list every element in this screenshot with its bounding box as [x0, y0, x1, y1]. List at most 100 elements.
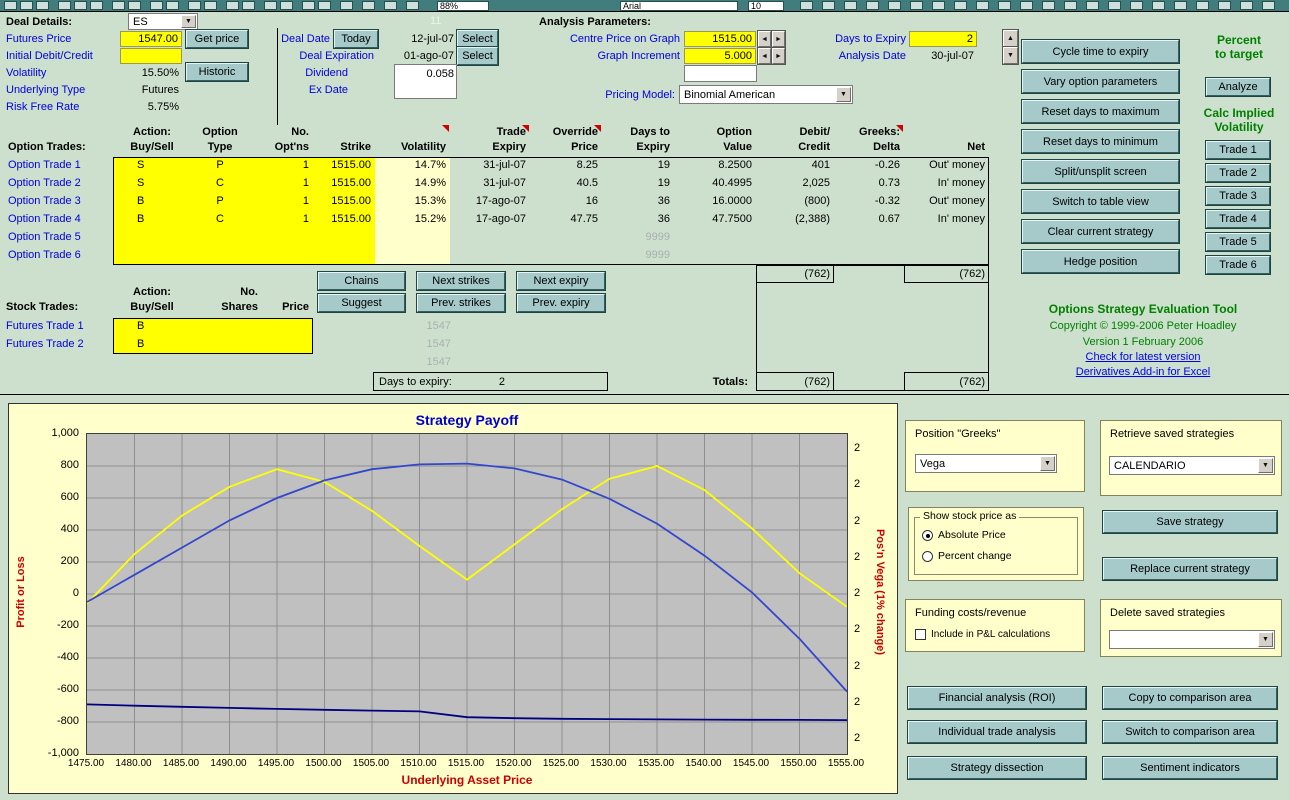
reset-days-to-maximum-button[interactable]: Reset days to maximum — [1022, 100, 1179, 123]
toolbar-icon[interactable] — [1240, 1, 1253, 10]
retrieve-combobox[interactable]: CALENDARIO ▼ — [1109, 456, 1275, 475]
toolbar-icon[interactable] — [998, 1, 1011, 10]
switch-to-table-view-button[interactable]: Switch to table view — [1022, 190, 1179, 213]
chevron-down-icon[interactable]: ▼ — [1258, 458, 1273, 473]
option-trade-action[interactable]: S — [113, 175, 191, 191]
include-pnl-option[interactable]: Include in P&L calculations — [915, 629, 1050, 640]
option-trade-type[interactable]: P — [191, 157, 249, 173]
clear-current-strategy-button[interactable]: Clear current strategy — [1022, 220, 1179, 243]
split-unsplit-screen-button[interactable]: Split/unsplit screen — [1022, 160, 1179, 183]
toolbar-icon[interactable] — [932, 1, 945, 10]
next-strikes-button[interactable]: Next strikes — [417, 272, 505, 290]
historic-button[interactable]: Historic — [186, 63, 248, 81]
zoom-combobox[interactable]: 88% — [437, 1, 489, 11]
percent-change-option[interactable]: Percent change — [922, 550, 1012, 562]
toolbar-icon[interactable] — [204, 1, 217, 10]
toolbar-icon[interactable] — [822, 1, 835, 10]
toolbar-icon[interactable] — [242, 1, 255, 10]
toolbar-icon[interactable] — [1042, 1, 1055, 10]
strategy-dissection-button[interactable]: Strategy dissection — [908, 757, 1086, 779]
days-spin-down-icon[interactable]: ▼ — [1003, 47, 1018, 64]
deal-date-select-button[interactable]: Select — [457, 30, 498, 48]
toolbar-icon[interactable] — [1130, 1, 1143, 10]
toolbar-icon[interactable] — [4, 1, 17, 10]
toolbar-icon[interactable] — [1064, 1, 1077, 10]
prev-expiry-button[interactable]: Prev. expiry — [517, 294, 605, 312]
toolbar-icon[interactable] — [112, 1, 125, 10]
suggest-button[interactable]: Suggest — [318, 294, 405, 312]
radio-unselected-icon[interactable] — [922, 550, 933, 562]
copy-to-comparison-area-button[interactable]: Copy to comparison area — [1103, 687, 1277, 709]
toolbar-icon[interactable] — [910, 1, 923, 10]
option-trade-action[interactable]: S — [113, 157, 191, 173]
next-expiry-button[interactable]: Next expiry — [517, 272, 605, 290]
deal-expiration-select-button[interactable]: Select — [457, 47, 498, 65]
days-to-expiry-input[interactable]: 2 — [909, 31, 977, 47]
initial-debit-credit-value[interactable] — [120, 48, 182, 64]
financial-analysis-roi-button[interactable]: Financial analysis (ROI) — [908, 687, 1086, 709]
toolbar-icon[interactable] — [406, 1, 419, 10]
toolbar-icon[interactable] — [318, 1, 331, 10]
toolbar-icon[interactable] — [1020, 1, 1033, 10]
toolbar-icon[interactable] — [36, 1, 49, 10]
toolbar-icon[interactable] — [226, 1, 239, 10]
trade-3-button[interactable]: Trade 3 — [1206, 187, 1270, 205]
font-name-combobox[interactable]: Arial — [620, 1, 738, 11]
toolbar-icon[interactable] — [1152, 1, 1165, 10]
option-trade-action[interactable]: B — [113, 193, 191, 209]
chains-button[interactable]: Chains — [318, 272, 405, 290]
toolbar-icon[interactable] — [128, 1, 141, 10]
check-latest-version-link[interactable]: Check for latest version — [1086, 351, 1201, 363]
toolbar-icon[interactable] — [384, 1, 397, 10]
today-button[interactable]: Today — [334, 30, 378, 48]
option-trade-type[interactable]: C — [191, 175, 249, 191]
trade-6-button[interactable]: Trade 6 — [1206, 256, 1270, 274]
chevron-down-icon[interactable]: ▼ — [836, 87, 851, 102]
toolbar-icon[interactable] — [976, 1, 989, 10]
switch-to-comparison-area-button[interactable]: Switch to comparison area — [1103, 721, 1277, 743]
days-spin-up-icon[interactable]: ▲ — [1003, 30, 1018, 47]
option-trade-strike[interactable]: 1515.00 — [313, 193, 375, 209]
toolbar-icon[interactable] — [264, 1, 277, 10]
option-trade-num[interactable]: 1 — [249, 175, 313, 191]
option-trade-type[interactable]: C — [191, 211, 249, 227]
option-trade-type[interactable]: P — [191, 193, 249, 209]
font-size-combobox[interactable]: 10 — [748, 1, 784, 11]
absolute-price-option[interactable]: Absolute Price — [922, 529, 1006, 541]
toolbar-icon[interactable] — [150, 1, 163, 10]
toolbar-icon[interactable] — [188, 1, 201, 10]
radio-selected-icon[interactable] — [922, 529, 933, 541]
toolbar-icon[interactable] — [280, 1, 293, 10]
option-trade-strike[interactable]: 1515.00 — [313, 211, 375, 227]
sentiment-indicators-button[interactable]: Sentiment indicators — [1103, 757, 1277, 779]
toolbar-icon[interactable] — [74, 1, 87, 10]
toolbar-icon[interactable] — [1108, 1, 1121, 10]
symbol-combobox[interactable]: ES ▼ — [128, 13, 198, 30]
stock-trade-action[interactable]: B — [113, 318, 191, 334]
checkbox-unchecked-icon[interactable] — [915, 629, 926, 640]
toolbar-icon[interactable] — [1086, 1, 1099, 10]
empty-input-cell[interactable] — [684, 65, 757, 82]
individual-trade-analysis-button[interactable]: Individual trade analysis — [908, 721, 1086, 743]
toolbar-icon[interactable] — [340, 1, 353, 10]
chevron-down-icon[interactable]: ▼ — [1040, 456, 1055, 471]
centre-price-spin-left-icon[interactable]: ◄ — [758, 31, 771, 47]
trade-5-button[interactable]: Trade 5 — [1206, 233, 1270, 251]
greeks-combobox[interactable]: Vega ▼ — [915, 454, 1057, 473]
stock-trade-action[interactable]: B — [113, 336, 191, 352]
trade-4-button[interactable]: Trade 4 — [1206, 210, 1270, 228]
pricing-model-combobox[interactable]: Binomial American ▼ — [679, 85, 853, 104]
toolbar-icon[interactable] — [844, 1, 857, 10]
toolbar-icon[interactable] — [362, 1, 375, 10]
prev-strikes-button[interactable]: Prev. strikes — [417, 294, 505, 312]
centre-price-input[interactable]: 1515.00 — [684, 31, 756, 47]
toolbar-icon[interactable] — [954, 1, 967, 10]
toolbar-icon[interactable] — [800, 1, 813, 10]
toolbar-icon[interactable] — [166, 1, 179, 10]
option-trade-num[interactable]: 1 — [249, 211, 313, 227]
option-trade-num[interactable]: 1 — [249, 193, 313, 209]
vary-option-parameters-button[interactable]: Vary option parameters — [1022, 70, 1179, 93]
graph-increment-spin-right-icon[interactable]: ► — [772, 48, 785, 64]
option-trade-strike[interactable]: 1515.00 — [313, 157, 375, 173]
option-trade-strike[interactable]: 1515.00 — [313, 175, 375, 191]
